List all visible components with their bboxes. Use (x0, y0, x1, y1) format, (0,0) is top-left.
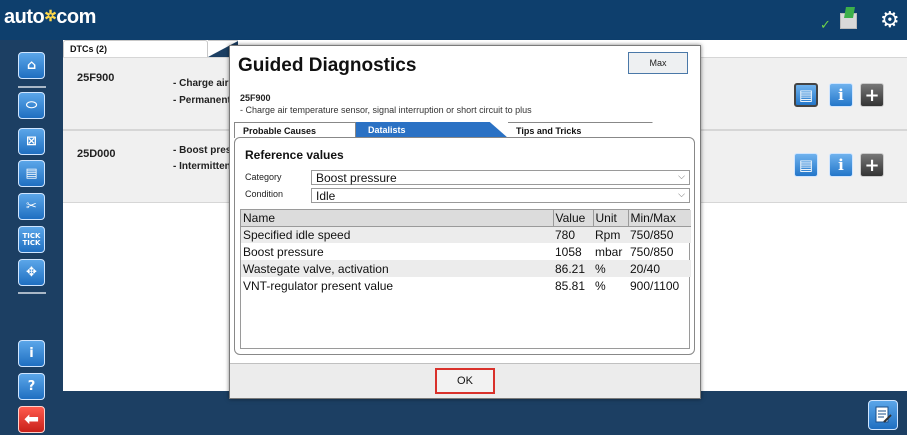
column-header-unit[interactable]: Unit (593, 210, 629, 227)
dtc-description: - Permanent (173, 95, 231, 106)
cell-unit: Rpm (593, 226, 628, 243)
cell-minmax: 750/850 (628, 226, 691, 243)
ok-button[interactable]: OK (435, 368, 495, 394)
report-icon[interactable] (868, 400, 898, 430)
sidebar-divider (18, 86, 46, 88)
report-glyph (875, 406, 892, 423)
cell-minmax: 750/850 (630, 244, 674, 259)
tick-tick-icon[interactable]: TICK TICK (18, 226, 45, 253)
info-button[interactable]: i (829, 83, 853, 107)
add-button[interactable]: + (860, 83, 884, 107)
cell-name: Wastegate valve, activation (241, 260, 553, 277)
table-row[interactable]: Boost pressure 1058 mbar 750/850 (241, 243, 691, 260)
table-row[interactable]: VNT-regulator present value 85.81 % 900/… (241, 277, 691, 294)
table-row[interactable]: Specified idle speed 780 Rpm 750/850 (241, 226, 691, 243)
dtc-description: - Boost pres (173, 145, 232, 156)
cell-unit: mbar (595, 244, 623, 259)
cell-value: 86.21 (553, 260, 593, 277)
cell-name: VNT-regulator present value (243, 278, 394, 293)
cell-value: 85.81 (555, 278, 586, 293)
folder-status-icon[interactable] (840, 13, 857, 29)
category-select[interactable]: Boost pressure ⌵ (311, 170, 690, 185)
guided-diagnostics-button[interactable]: ▤ (794, 153, 818, 177)
guided-diagnostics-dialog: Guided Diagnostics Max 25F900 - Charge a… (229, 45, 701, 399)
cell-value: 780 (553, 226, 593, 243)
table-row[interactable]: Wastegate valve, activation 86.21 % 20/4… (241, 260, 691, 277)
connection-check-icon: ✓ (820, 18, 831, 33)
engine-icon[interactable]: ⬭ (18, 92, 45, 119)
settings-gear-icon[interactable]: ⚙ (880, 10, 900, 32)
reference-values-table: Name Value Unit Min/Max Specified idle s… (240, 209, 691, 349)
table-header-row: Name Value Unit Min/Max (241, 210, 691, 227)
tab-tips-and-tricks[interactable]: Tips and Tricks (508, 122, 668, 138)
info-icon[interactable]: i (18, 340, 45, 367)
disabled-unit-icon[interactable]: ⊠ (18, 128, 45, 155)
guided-diagnostics-button[interactable]: ▤ (794, 83, 818, 107)
reference-values-heading: Reference values (245, 148, 344, 162)
cell-name: Specified idle speed (241, 226, 553, 243)
chevron-down-icon: ⌵ (678, 172, 685, 182)
back-arrow-icon[interactable]: ⬅ (18, 406, 45, 433)
network-icon[interactable]: ✥ (18, 259, 45, 286)
category-label: Category (245, 172, 282, 182)
dialog-tabs: Probable Causes Datalists Tips and Trick… (234, 122, 696, 138)
cell-minmax: 900/1100 (630, 278, 680, 293)
column-header-name[interactable]: Name (241, 210, 554, 227)
chevron-down-icon: ⌵ (678, 190, 685, 200)
left-sidebar: ⌂ ⬭ ⊠ ▤ ✂ TICK TICK ✥ i ? ⬅ (0, 40, 58, 435)
cell-value: 1058 (555, 244, 582, 259)
dtc-code: 25D000 (77, 148, 116, 160)
autocom-logo: auto✲com (4, 6, 96, 28)
info-button[interactable]: i (829, 153, 853, 177)
datalists-pane: Reference values Category Boost pressure… (234, 137, 695, 355)
cell-unit: % (595, 278, 606, 293)
cell-name: Boost pressure (243, 244, 324, 259)
tools-icon[interactable]: ✂ (18, 193, 45, 220)
dialog-title: Guided Diagnostics (238, 55, 417, 76)
column-header-minmax[interactable]: Min/Max (628, 210, 691, 227)
dialog-dtc-description: - Charge air temperature sensor, signal … (240, 105, 532, 115)
sidebar-divider (18, 292, 46, 294)
cell-unit: % (593, 260, 628, 277)
tab-datalists[interactable]: Datalists (356, 122, 508, 138)
dialog-footer: OK (230, 363, 700, 398)
dtc-description: - Intermitten (173, 161, 231, 172)
help-icon[interactable]: ? (18, 373, 45, 400)
tab-probable-causes[interactable]: Probable Causes (234, 122, 356, 138)
dtc-code: 25F900 (77, 72, 115, 84)
dialog-dtc-code: 25F900 (240, 93, 271, 103)
add-button[interactable]: + (860, 153, 884, 177)
tab-dtcs[interactable]: DTCs (2) (63, 40, 208, 57)
cell-minmax: 20/40 (628, 260, 691, 277)
column-header-value[interactable]: Value (553, 210, 594, 227)
maximize-button[interactable]: Max (628, 52, 688, 74)
condition-label: Condition (245, 189, 284, 199)
dtc-description: - Charge air (173, 78, 229, 89)
condition-select[interactable]: Idle ⌵ (311, 188, 690, 203)
top-bar: auto✲com ✓ ⚙ (0, 0, 907, 40)
document-icon[interactable]: ▤ (18, 160, 45, 187)
home-icon[interactable]: ⌂ (18, 52, 45, 79)
